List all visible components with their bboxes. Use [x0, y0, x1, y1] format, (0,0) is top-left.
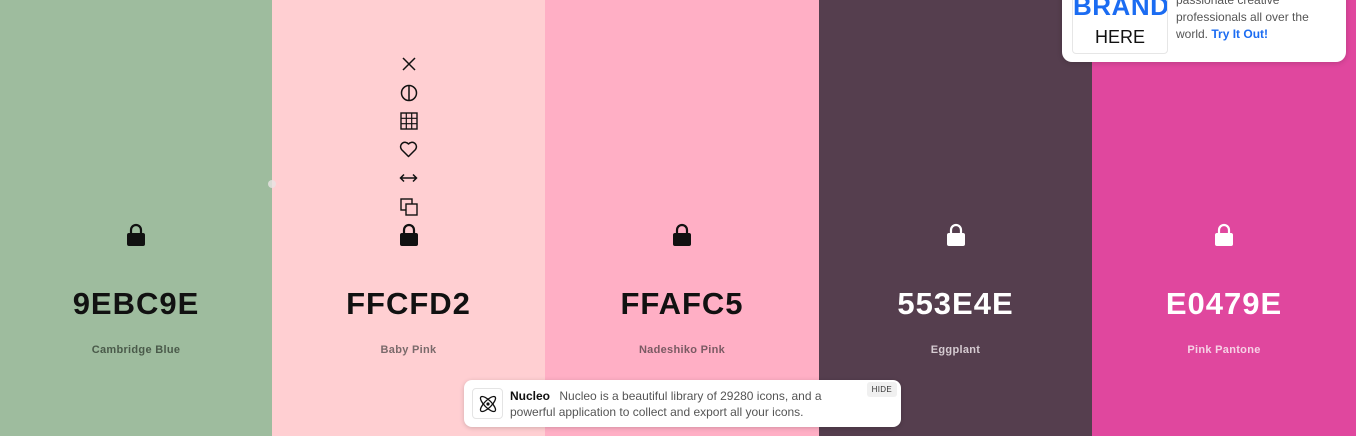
color-name[interactable]: Nadeshiko Pink	[545, 344, 819, 356]
nucleo-atom-icon	[472, 388, 503, 419]
color-name[interactable]: Pink Pantone	[1092, 344, 1356, 356]
hex-code[interactable]: E0479E	[1092, 286, 1356, 322]
color-name[interactable]: Eggplant	[819, 344, 1092, 356]
ad-cta-link[interactable]: Try It Out!	[1211, 27, 1268, 41]
copy-icon[interactable]	[399, 197, 419, 217]
lock-icon[interactable]	[126, 223, 146, 247]
contrast-icon[interactable]	[399, 83, 419, 103]
color-column-nadeshiko-pink[interactable]: FFAFC5 Nadeshiko Pink	[545, 0, 819, 436]
lock-icon[interactable]	[1214, 223, 1234, 247]
heart-icon[interactable]	[399, 140, 419, 160]
hex-code[interactable]: 9EBC9E	[0, 286, 272, 322]
add-color-handle[interactable]	[268, 180, 276, 188]
drag-arrows-icon[interactable]	[399, 168, 419, 188]
shades-grid-icon[interactable]	[399, 111, 419, 131]
lock-icon[interactable]	[399, 223, 419, 247]
column-toolbar	[396, 54, 422, 226]
color-palette: 9EBC9E Cambridge Blue FFCFD2 Baby Pink F…	[0, 0, 1356, 436]
color-name[interactable]: Cambridge Blue	[0, 344, 272, 356]
banner-title: Nucleo	[510, 389, 551, 403]
lock-icon[interactable]	[946, 223, 966, 247]
color-column-baby-pink[interactable]: FFCFD2 Baby Pink	[272, 0, 545, 436]
banner-message: Nucleo Nucleo is a beautiful library of …	[510, 388, 850, 420]
lock-icon[interactable]	[672, 223, 692, 247]
ad-logo[interactable]: BRAND HERE	[1072, 0, 1168, 54]
ad-copy: passionate creative professionals all ov…	[1176, 0, 1342, 43]
ad-logo-brand: BRAND	[1073, 0, 1168, 21]
color-column-cambridge-blue[interactable]: 9EBC9E Cambridge Blue	[0, 0, 272, 436]
hide-button[interactable]: HIDE	[866, 382, 897, 397]
hex-code[interactable]: FFAFC5	[545, 286, 819, 322]
color-name[interactable]: Baby Pink	[272, 344, 545, 356]
color-column-eggplant[interactable]: 553E4E Eggplant	[819, 0, 1092, 436]
sponsor-ad[interactable]: BRAND HERE passionate creative professio…	[1062, 0, 1346, 62]
ad-logo-here: HERE	[1094, 27, 1145, 47]
color-column-pink-pantone[interactable]: E0479E Pink Pantone	[1092, 0, 1356, 436]
close-icon[interactable]	[399, 54, 419, 74]
banner-text: Nucleo is a beautiful library of 29280 i…	[510, 389, 822, 419]
hex-code[interactable]: 553E4E	[819, 286, 1092, 322]
nucleo-banner[interactable]: Nucleo Nucleo is a beautiful library of …	[464, 380, 901, 427]
hex-code[interactable]: FFCFD2	[272, 286, 545, 322]
